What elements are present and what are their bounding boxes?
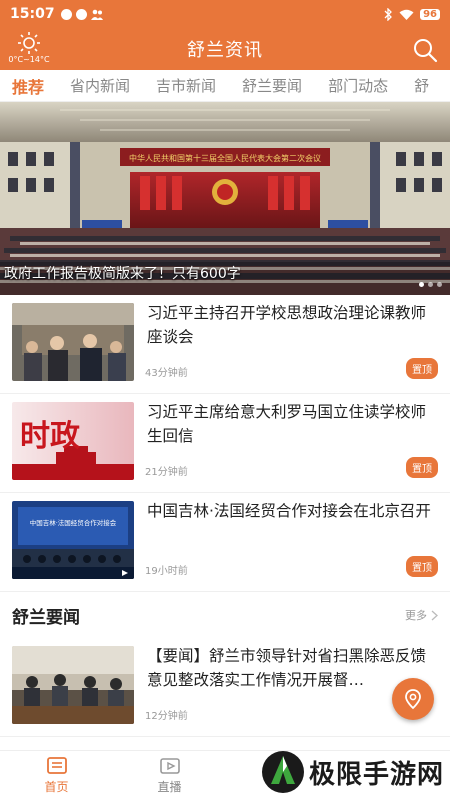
app-root: 15:07 96 0°C~14°C 舒兰资讯 推荐 省内新闻 吉市新闻 舒兰要闻… — [0, 0, 450, 800]
pinned-badge: 置顶 — [406, 556, 438, 577]
home-news-icon — [46, 757, 67, 774]
status-time: 15:07 — [10, 6, 55, 22]
more-label: 更多 — [405, 609, 427, 622]
location-pin-icon — [405, 689, 421, 710]
people-icon — [90, 9, 103, 20]
more-link[interactable]: 更多 — [405, 607, 438, 623]
news-thumbnail: 中国吉林·法国经贸合作对接会 — [12, 501, 134, 579]
news-item[interactable]: 【要闻】舒兰市领导针对省扫黑除恶反馈意见整改落实工作情况开展督… 12分钟前 — [0, 638, 450, 737]
live-tv-icon — [159, 758, 180, 774]
news-title: 中国吉林·法国经贸合作对接会在北京召开 — [147, 502, 431, 520]
news-title: 习近平主席给意大利罗马国立住读学校师生回信 — [147, 403, 427, 445]
category-tabs: 推荐 省内新闻 吉市新闻 舒兰要闻 部门动态 舒 — [0, 70, 450, 102]
news-time: 12分钟前 — [145, 711, 188, 722]
status-bar: 15:07 96 — [0, 0, 450, 28]
notification-dot-icon — [75, 8, 87, 20]
search-icon[interactable] — [412, 37, 438, 63]
tab-department-news[interactable]: 部门动态 — [328, 75, 388, 96]
nav-live[interactable]: 直播 — [113, 751, 226, 800]
carousel-dot[interactable] — [437, 282, 442, 287]
nav-home-label: 首页 — [44, 780, 69, 794]
banner-carousel[interactable]: 中华人民共和国第十三届全国人民代表大会第二次会议 政府工作报告极简版来了！只有6… — [0, 102, 450, 295]
bluetooth-icon — [384, 7, 392, 21]
news-item[interactable]: 时政 习近平主席给意大利罗马国立住读学校师生回信 21分钟前 置顶 — [0, 394, 450, 493]
news-time: 43分钟前 — [145, 368, 188, 379]
news-time: 21分钟前 — [145, 467, 188, 478]
app-header: 0°C~14°C 舒兰资讯 — [0, 28, 450, 70]
status-right: 96 — [384, 7, 440, 21]
location-fab[interactable] — [392, 678, 434, 720]
carousel-dot[interactable] — [428, 282, 433, 287]
pinned-badge: 置顶 — [406, 457, 438, 478]
chevron-right-icon — [431, 610, 438, 620]
thumb-text: 时政 — [20, 419, 80, 454]
sun-icon — [18, 32, 40, 54]
battery-indicator: 96 — [420, 8, 440, 20]
nav-home[interactable]: 首页 — [0, 751, 113, 800]
section-header: 舒兰要闻 更多 — [0, 592, 450, 638]
tab-partial[interactable]: 舒 — [414, 75, 429, 96]
tab-jilin-city-news[interactable]: 吉市新闻 — [156, 75, 216, 96]
thumb-text: 中国吉林·法国经贸合作对接会 — [30, 518, 117, 527]
watermark: 极限手游网 — [261, 750, 444, 794]
tab-province-news[interactable]: 省内新闻 — [70, 75, 130, 96]
news-title: 习近平主持召开学校思想政治理论课教师座谈会 — [147, 304, 427, 346]
news-thumbnail — [12, 646, 134, 724]
weather-temp: 0°C~14°C — [8, 55, 50, 64]
pinned-badge: 置顶 — [406, 358, 438, 379]
nav-live-label: 直播 — [157, 780, 182, 794]
banner-hall-text: 中华人民共和国第十三届全国人民代表大会第二次会议 — [129, 153, 321, 163]
news-item[interactable]: 习近平主持召开学校思想政治理论课教师座谈会 43分钟前 置顶 — [0, 295, 450, 394]
page-title: 舒兰资讯 — [187, 40, 263, 61]
watermark-logo — [261, 751, 304, 793]
section-title: 舒兰要闻 — [12, 607, 80, 628]
weather-widget[interactable]: 0°C~14°C — [6, 31, 52, 64]
tab-shulan-news[interactable]: 舒兰要闻 — [242, 75, 302, 96]
watermark-text: 极限手游网 — [308, 759, 444, 790]
news-thumbnail: 时政 — [12, 402, 134, 480]
news-item[interactable]: 中国吉林·法国经贸合作对接会 中国吉林·法国经贸合作对接会在北京召开 19小时前… — [0, 493, 450, 592]
carousel-dots — [419, 282, 442, 287]
carousel-dot[interactable] — [419, 282, 424, 287]
notification-dot-icon — [60, 8, 72, 20]
wifi-icon — [399, 9, 414, 20]
news-time: 19小时前 — [145, 566, 188, 577]
news-thumbnail — [12, 303, 134, 381]
banner-caption: 政府工作报告极简版来了！只有600字 — [4, 266, 241, 282]
notification-icons — [60, 8, 103, 20]
news-title: 【要闻】舒兰市领导针对省扫黑除恶反馈意见整改落实工作情况开展督… — [147, 647, 427, 689]
tab-recommend[interactable]: 推荐 — [12, 74, 44, 98]
